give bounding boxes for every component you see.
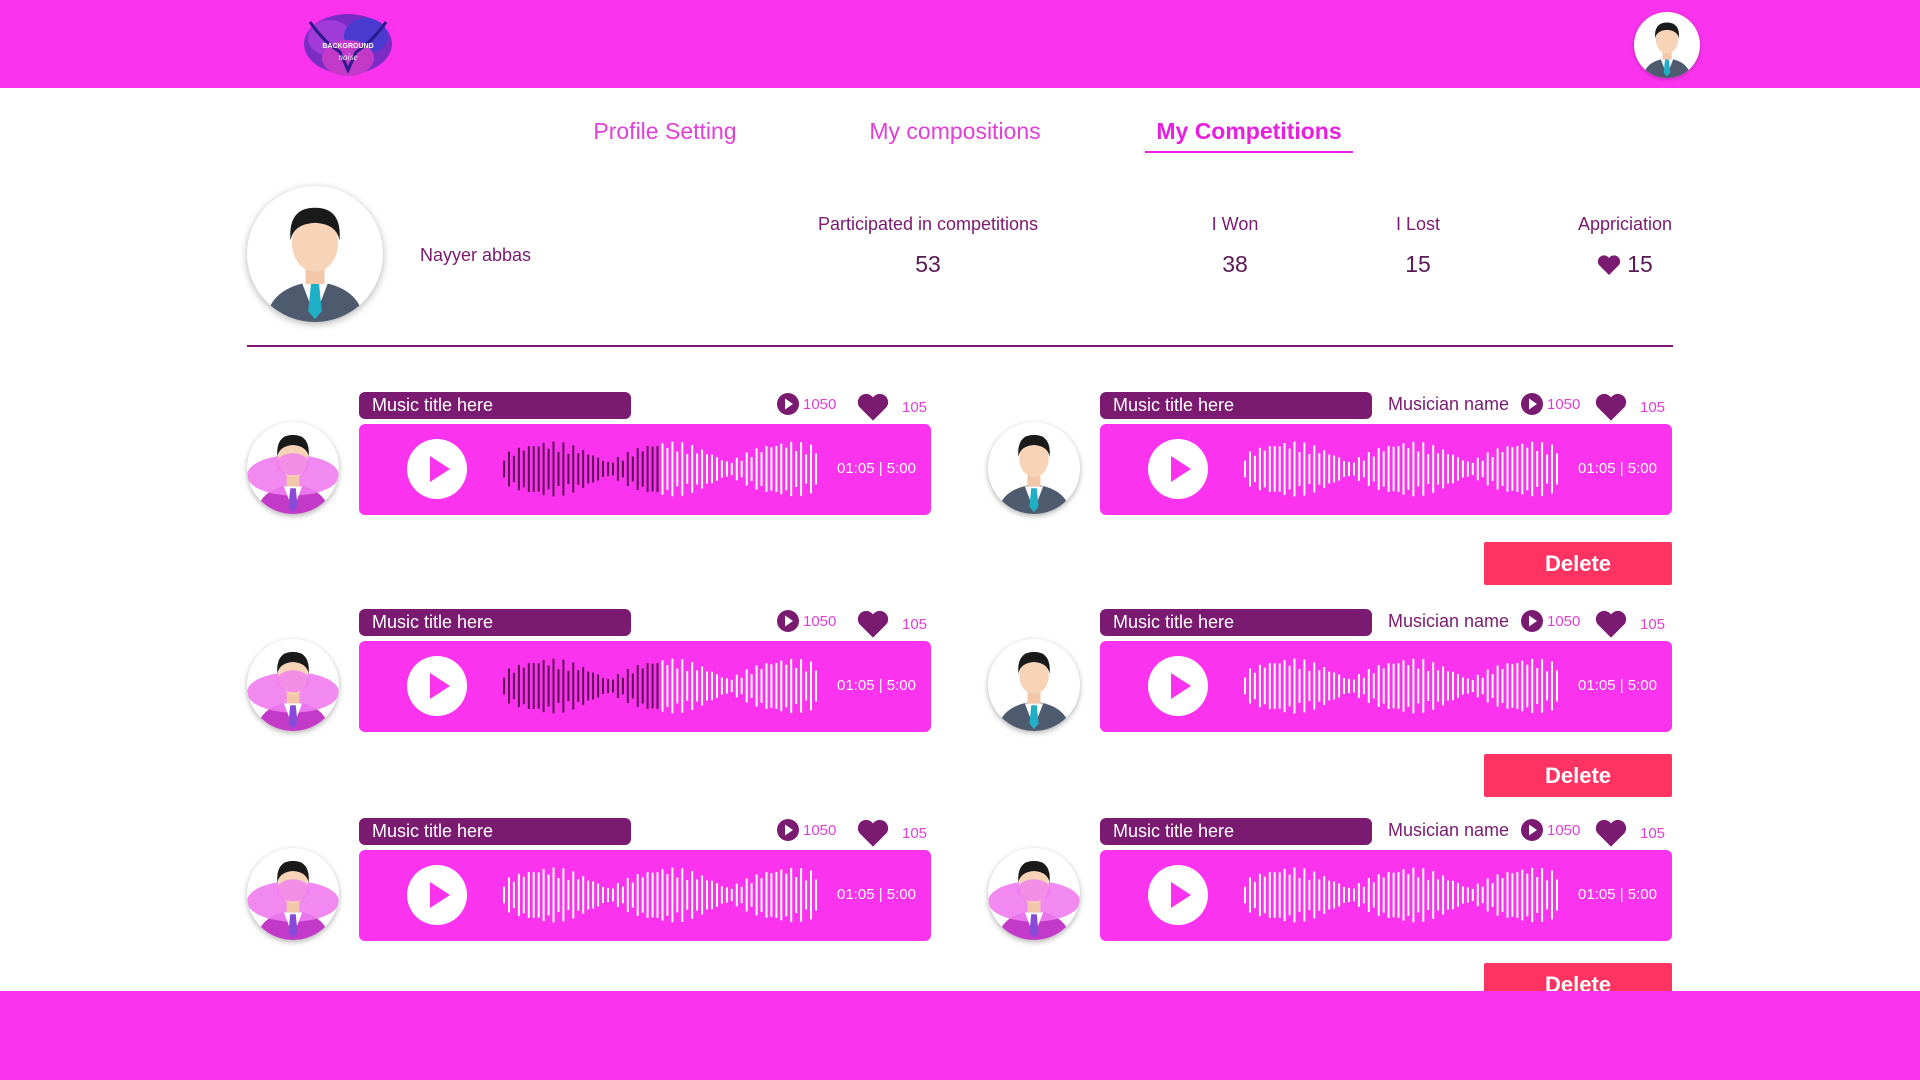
heart-icon[interactable] bbox=[1594, 392, 1628, 422]
music-title: Music title here bbox=[1100, 609, 1372, 636]
waveform[interactable] bbox=[1242, 438, 1560, 500]
play-count: 1050 bbox=[776, 609, 836, 633]
stat-label: I Won bbox=[1211, 214, 1259, 234]
musician-avatar bbox=[988, 422, 1080, 514]
stat-lost: I Lost 15 bbox=[1378, 214, 1458, 278]
tab-profile-setting[interactable]: Profile Setting bbox=[590, 118, 740, 151]
waveform[interactable] bbox=[1242, 864, 1560, 926]
play-count-icon bbox=[777, 610, 799, 632]
audio-player: 01:05 | 5:00 bbox=[1100, 641, 1672, 732]
stat-label: Appriciation bbox=[1577, 214, 1673, 234]
musician-name: Musician name bbox=[1388, 394, 1510, 414]
like-count: 105 bbox=[1594, 392, 1665, 422]
play-button[interactable] bbox=[1148, 656, 1208, 716]
musician-avatar bbox=[247, 422, 339, 514]
like-count: 105 bbox=[1594, 818, 1665, 848]
play-button[interactable] bbox=[407, 656, 467, 716]
stat-value: 15 bbox=[1565, 251, 1685, 278]
audio-player: 01:05 | 5:00 bbox=[1100, 424, 1672, 515]
play-count-icon bbox=[1521, 610, 1543, 632]
stat-participated: Participated in competitions 53 bbox=[808, 214, 1048, 278]
stat-label: Participated in competitions bbox=[817, 214, 1039, 234]
delete-button[interactable]: Delete bbox=[1484, 542, 1672, 585]
music-title: Music title here bbox=[359, 392, 631, 419]
track-time: 01:05 | 5:00 bbox=[837, 677, 916, 694]
user-avatar[interactable] bbox=[1634, 12, 1700, 78]
audio-player: 01:05 | 5:00 bbox=[1100, 850, 1672, 941]
waveform[interactable] bbox=[501, 438, 819, 500]
tab-my-compositions[interactable]: My compositions bbox=[862, 118, 1048, 151]
heart-icon[interactable] bbox=[856, 609, 890, 639]
waveform[interactable] bbox=[501, 655, 819, 717]
play-button[interactable] bbox=[1148, 865, 1208, 925]
profile-avatar bbox=[247, 186, 383, 322]
play-button[interactable] bbox=[1148, 439, 1208, 499]
waveform[interactable] bbox=[501, 864, 819, 926]
musician-avatar bbox=[988, 639, 1080, 731]
heart-icon[interactable] bbox=[856, 818, 890, 848]
musician-avatar bbox=[988, 848, 1080, 940]
play-button[interactable] bbox=[407, 439, 467, 499]
stat-value: 15 bbox=[1405, 251, 1431, 277]
delete-button[interactable]: Delete bbox=[1484, 754, 1672, 797]
audio-player: 01:05 | 5:00 bbox=[359, 850, 931, 941]
heart-icon[interactable] bbox=[1594, 609, 1628, 639]
track-time: 01:05 | 5:00 bbox=[837, 886, 916, 903]
brand-logo[interactable]: BACKGROUND noise bbox=[300, 12, 396, 82]
musician-avatar bbox=[247, 848, 339, 940]
music-title: Music title here bbox=[359, 609, 631, 636]
play-count-icon bbox=[777, 393, 799, 415]
music-title: Music title here bbox=[359, 818, 631, 845]
stat-appreciation: Appriciation 15 bbox=[1565, 214, 1685, 278]
musician-name: Musician name bbox=[1388, 611, 1510, 631]
audio-player: 01:05 | 5:00 bbox=[359, 641, 931, 732]
waveform[interactable] bbox=[1242, 655, 1560, 717]
stat-value: 53 bbox=[915, 251, 941, 277]
musician-avatar bbox=[247, 639, 339, 731]
top-bar: BACKGROUND noise bbox=[0, 0, 1920, 88]
like-count: 105 bbox=[856, 609, 927, 639]
like-count: 105 bbox=[1594, 609, 1665, 639]
competition-card: Music title here Musician name 1050 105 … bbox=[988, 609, 1672, 733]
play-count: 1050 bbox=[1520, 392, 1580, 416]
play-count: 1050 bbox=[1520, 609, 1580, 633]
stat-value: 38 bbox=[1222, 251, 1248, 277]
track-time: 01:05 | 5:00 bbox=[837, 460, 916, 477]
play-count-icon bbox=[1521, 393, 1543, 415]
play-count: 1050 bbox=[776, 818, 836, 842]
profile-tabs: Profile Setting My compositions My Compe… bbox=[0, 118, 1920, 158]
track-time: 01:05 | 5:00 bbox=[1578, 886, 1657, 903]
musician-name: Musician name bbox=[1388, 820, 1510, 840]
competition-card: Music title here Musician name 1050 105 … bbox=[988, 392, 1672, 516]
music-title: Music title here bbox=[1100, 392, 1372, 419]
tab-my-competitions[interactable]: My Competitions bbox=[1145, 118, 1353, 153]
track-time: 01:05 | 5:00 bbox=[1578, 677, 1657, 694]
like-count: 105 bbox=[856, 818, 927, 848]
music-title: Music title here bbox=[1100, 818, 1372, 845]
competition-card: Music title here 1050 105 01:05 | 5:00 bbox=[247, 818, 931, 942]
heart-icon[interactable] bbox=[856, 392, 890, 422]
stat-label: I Lost bbox=[1395, 214, 1441, 234]
like-count: 105 bbox=[856, 392, 927, 422]
svg-text:noise: noise bbox=[339, 52, 358, 62]
play-count: 1050 bbox=[776, 392, 836, 416]
footer-bar bbox=[0, 991, 1920, 1080]
profile-name: Nayyer abbas bbox=[420, 245, 532, 265]
track-time: 01:05 | 5:00 bbox=[1578, 460, 1657, 477]
competition-card: Music title here Musician name 1050 105 … bbox=[988, 818, 1672, 942]
svg-text:BACKGROUND: BACKGROUND bbox=[322, 43, 373, 50]
heart-icon[interactable] bbox=[1594, 818, 1628, 848]
heart-icon bbox=[1598, 254, 1621, 275]
stat-won: I Won 38 bbox=[1195, 214, 1275, 278]
section-divider bbox=[247, 345, 1673, 347]
audio-player: 01:05 | 5:00 bbox=[359, 424, 931, 515]
competition-card: Music title here 1050 105 01:05 | 5:00 bbox=[247, 392, 931, 516]
play-button[interactable] bbox=[407, 865, 467, 925]
competition-card: Music title here 1050 105 01:05 | 5:00 bbox=[247, 609, 931, 733]
play-count-icon bbox=[1521, 819, 1543, 841]
play-count-icon bbox=[777, 819, 799, 841]
play-count: 1050 bbox=[1520, 818, 1580, 842]
